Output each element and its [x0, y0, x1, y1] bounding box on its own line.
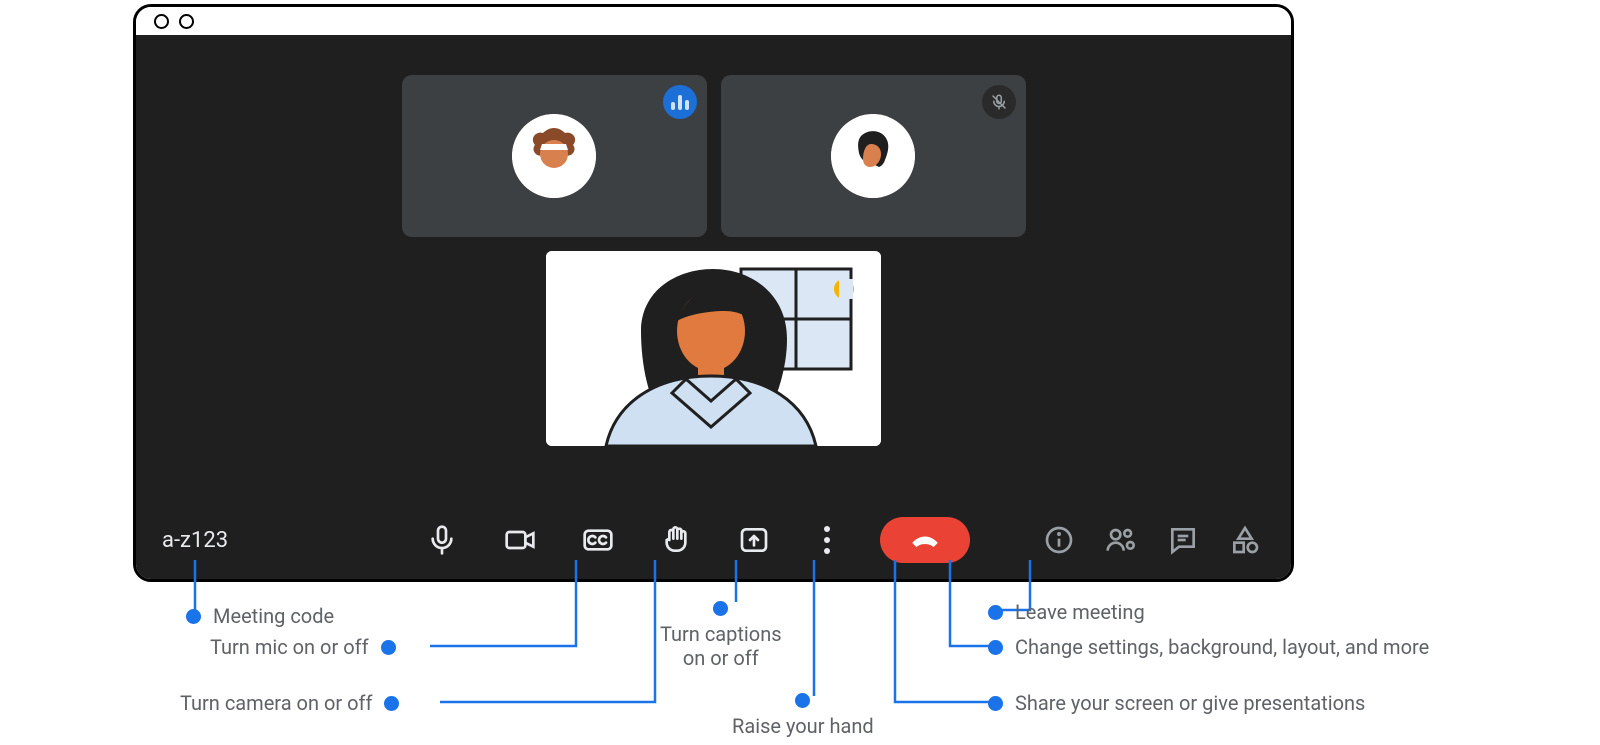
leave-call-button[interactable]: [880, 517, 970, 563]
speaking-indicator-icon: [663, 85, 697, 119]
annotation-leave: Leave meeting: [988, 600, 1145, 624]
annotation-dot-icon: [381, 640, 396, 655]
window-control-dot: [179, 14, 194, 29]
annotation-camera: Turn camera on or off: [180, 691, 399, 715]
annotation-dot-icon: [795, 693, 810, 708]
camera-toggle-button[interactable]: [500, 520, 540, 560]
annotation-label: Turn camera on or off: [180, 691, 372, 715]
mic-toggle-button[interactable]: [422, 520, 462, 560]
annotation-dot-icon: [713, 601, 728, 616]
annotation-dot-icon: [988, 696, 1003, 711]
meeting-code: a-z123: [136, 528, 412, 553]
annotation-label: Turn captions on or off: [660, 622, 782, 670]
window-control-dot: [154, 14, 169, 29]
self-view-tile[interactable]: [546, 251, 881, 446]
annotation-label: Leave meeting: [1015, 600, 1145, 624]
annotation-dot-icon: [186, 609, 201, 624]
annotation-mic: Turn mic on or off: [210, 635, 396, 659]
people-panel-button[interactable]: [1101, 520, 1141, 560]
participant-tile[interactable]: [402, 75, 707, 237]
annotation-label: Change settings, background, layout, and…: [1015, 635, 1429, 659]
raise-hand-button[interactable]: [656, 520, 696, 560]
meet-app: a-z123: [136, 35, 1291, 579]
bottom-toolbar: a-z123: [136, 501, 1291, 579]
annotation-present: Share your screen or give presentations: [988, 691, 1365, 715]
annotation-hand: Raise your hand: [732, 693, 874, 738]
participant-tile[interactable]: [721, 75, 1026, 237]
participant-grid: [136, 35, 1291, 237]
browser-titlebar: [136, 7, 1291, 35]
annotation-more: Change settings, background, layout, and…: [988, 635, 1429, 659]
annotation-label: Meeting code: [213, 604, 334, 628]
annotation-meeting-code: Meeting code: [186, 604, 334, 628]
activities-panel-button[interactable]: [1225, 520, 1265, 560]
diagram-stage: a-z123: [0, 0, 1600, 745]
meeting-details-button[interactable]: [1039, 520, 1079, 560]
avatar: [831, 114, 915, 198]
annotation-label: Share your screen or give presentations: [1015, 691, 1365, 715]
muted-mic-icon: [982, 85, 1016, 119]
more-options-button[interactable]: [812, 520, 842, 560]
avatar: [512, 114, 596, 198]
annotation-captions: Turn captions on or off: [660, 601, 782, 670]
present-screen-button[interactable]: [734, 520, 774, 560]
captions-toggle-button[interactable]: [578, 520, 618, 560]
browser-window: a-z123: [133, 4, 1294, 582]
annotation-dot-icon: [988, 640, 1003, 655]
chat-panel-button[interactable]: [1163, 520, 1203, 560]
right-side-icons: [1029, 520, 1291, 560]
annotation-dot-icon: [384, 696, 399, 711]
center-controls: [412, 517, 1029, 563]
annotation-dot-icon: [988, 605, 1003, 620]
annotation-label: Turn mic on or off: [210, 635, 369, 659]
annotation-label: Raise your hand: [732, 714, 874, 738]
